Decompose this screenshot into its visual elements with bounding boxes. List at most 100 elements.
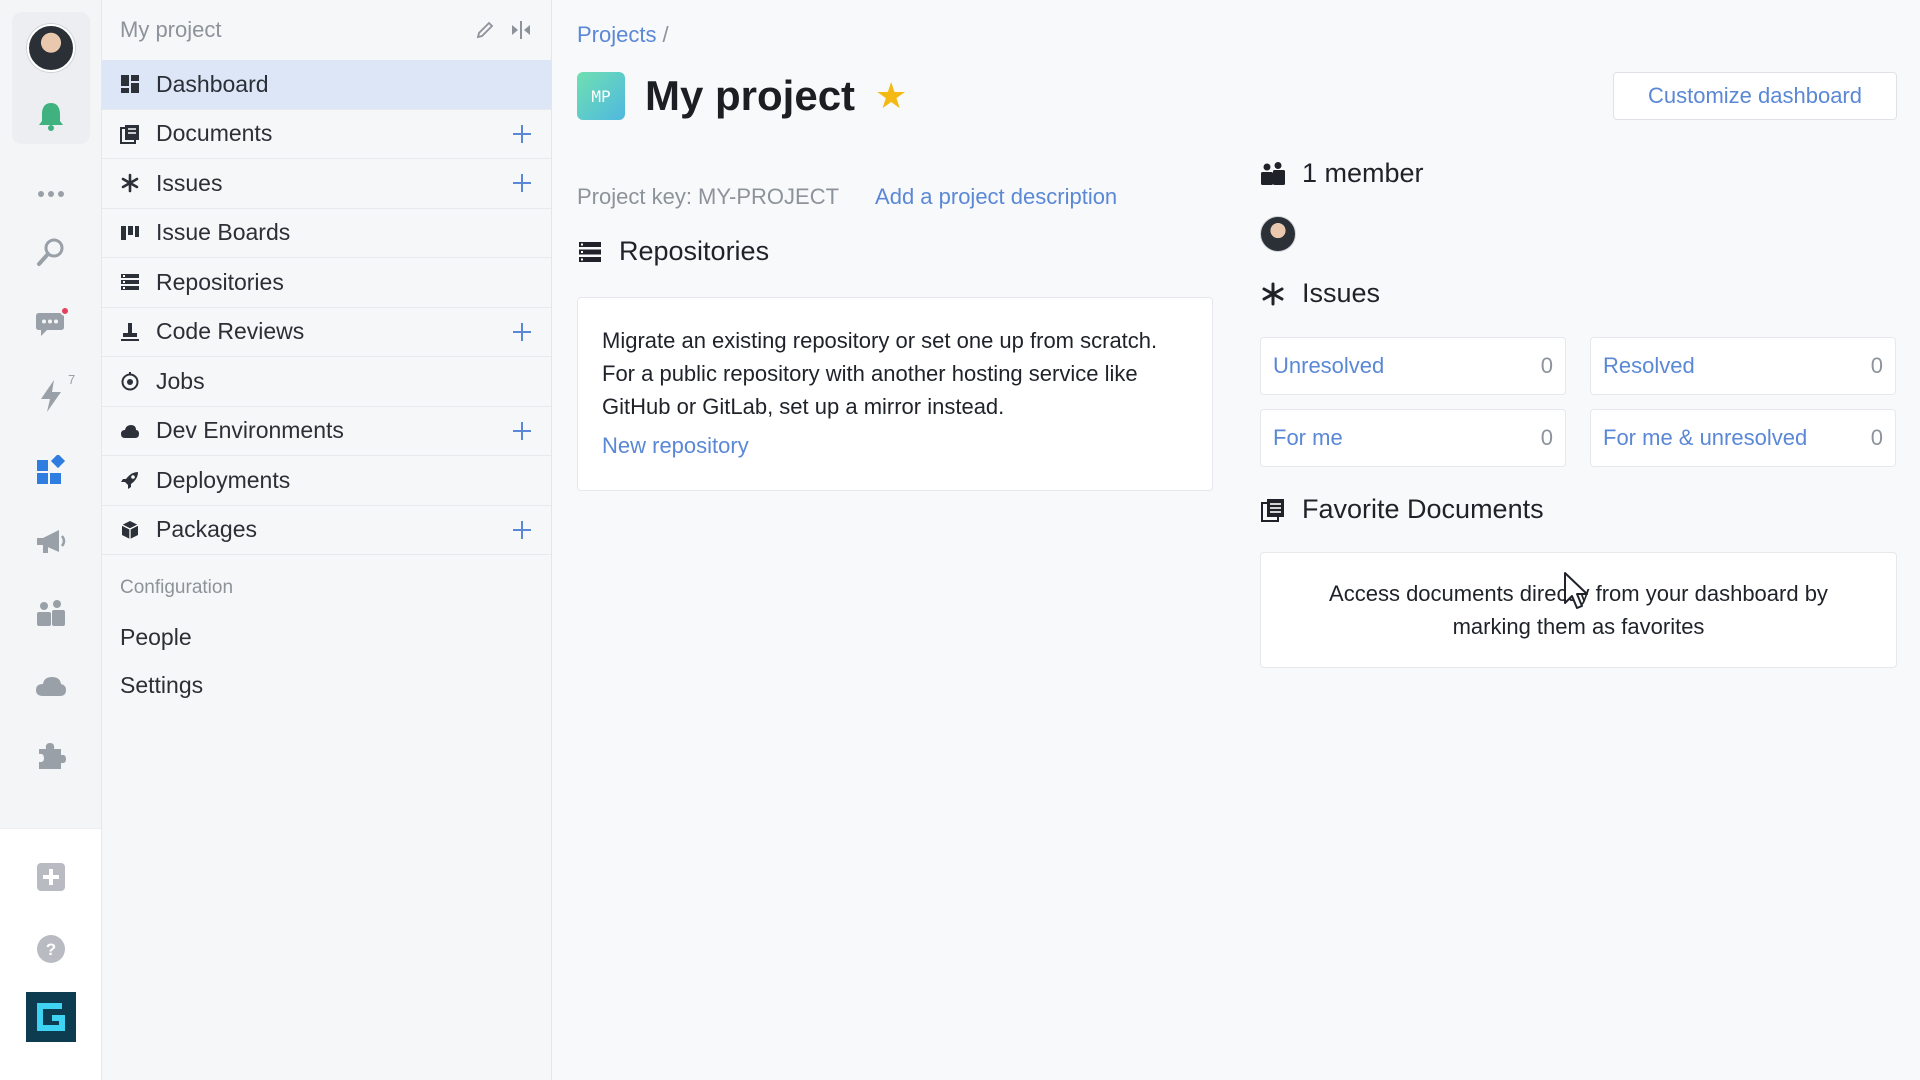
- automation-button[interactable]: 7: [22, 370, 80, 422]
- team-icon: [37, 600, 65, 626]
- sidebar-item-label: Code Reviews: [156, 318, 305, 345]
- teams-button[interactable]: [22, 588, 80, 640]
- asterisk-icon: [1260, 281, 1286, 307]
- issues-unresolved[interactable]: Unresolved 0: [1260, 337, 1566, 395]
- extensions-button[interactable]: [22, 730, 80, 782]
- issues-for-me-unresolved[interactable]: For me & unresolved 0: [1590, 409, 1896, 467]
- add-code-review-button[interactable]: [509, 319, 535, 345]
- more-button[interactable]: [22, 168, 80, 220]
- stat-label: Unresolved: [1273, 353, 1385, 378]
- repositories-heading: Repositories: [577, 236, 769, 267]
- page-title: My project: [645, 72, 856, 119]
- sidebar-item-repositories[interactable]: Repositories: [102, 258, 551, 308]
- team-icon: [1260, 161, 1286, 187]
- repositories-card: Migrate an existing repository or set on…: [577, 297, 1213, 491]
- app-logo[interactable]: [22, 991, 80, 1043]
- stat-label: For me & unresolved: [1603, 425, 1808, 450]
- customize-dashboard-button[interactable]: Customize dashboard: [1613, 72, 1897, 120]
- plus-icon: [513, 124, 531, 143]
- megaphone-icon: [37, 530, 66, 553]
- help-button[interactable]: ?: [22, 923, 80, 975]
- section-title-text: Favorite Documents: [1302, 494, 1544, 524]
- edit-icon[interactable]: [475, 20, 495, 40]
- sidebar-item-packages[interactable]: Packages: [102, 506, 551, 555]
- add-description-link[interactable]: Add a project description: [875, 184, 1117, 210]
- rocket-icon: [120, 470, 140, 490]
- sidebar-link-people[interactable]: People: [102, 613, 551, 661]
- sidebar-item-code-reviews[interactable]: Code Reviews: [102, 308, 551, 357]
- announcements-button[interactable]: [22, 516, 80, 568]
- stat-value: 0: [1540, 425, 1553, 450]
- sidebar-item-label: Packages: [156, 516, 258, 543]
- sidebar-item-issue-boards[interactable]: Issue Boards: [102, 209, 551, 258]
- automation-count: 7: [68, 372, 76, 387]
- configuration-heading: Configuration: [120, 577, 234, 598]
- sidebar-header: My project: [102, 0, 551, 60]
- add-package-button[interactable]: [509, 517, 535, 543]
- add-issue-button[interactable]: [509, 170, 535, 196]
- repository-icon: [120, 272, 140, 292]
- sidebar-item-deployments[interactable]: Deployments: [102, 456, 551, 506]
- app-rail: 7 ?: [0, 0, 102, 1080]
- sidebar-item-label: Dashboard: [156, 70, 269, 97]
- plus-icon: [513, 520, 531, 539]
- project-header: MP My project ★: [577, 72, 907, 120]
- create-button[interactable]: [22, 851, 80, 903]
- unread-badge: [60, 306, 70, 316]
- chats-button[interactable]: [22, 298, 80, 350]
- dashboard-icon: [120, 74, 140, 94]
- members-count[interactable]: 1 member: [1302, 158, 1424, 189]
- collapse-sidebar-icon[interactable]: [509, 20, 533, 40]
- add-document-button[interactable]: [509, 121, 535, 147]
- stat-value: 0: [1540, 353, 1553, 378]
- project-key: Project key: MY-PROJECT: [577, 184, 840, 209]
- plus-icon: [513, 174, 531, 193]
- member-avatar[interactable]: [1260, 216, 1296, 252]
- sidebar-item-label: Dev Environments: [156, 417, 344, 444]
- issues-for-me[interactable]: For me 0: [1260, 409, 1566, 467]
- issues-resolved[interactable]: Resolved 0: [1590, 337, 1896, 395]
- project-logo: MP: [577, 72, 625, 120]
- breadcrumb: Projects /: [577, 22, 669, 48]
- search-button[interactable]: [22, 226, 80, 278]
- stat-value: 0: [1870, 353, 1883, 378]
- sidebar-item-jobs[interactable]: Jobs: [102, 357, 551, 407]
- sidebar-item-documents[interactable]: Documents: [102, 110, 551, 159]
- sidebar-item-label: Issues: [156, 169, 223, 196]
- favorite-documents-heading: Favorite Documents: [1260, 494, 1544, 525]
- help-icon: ?: [37, 935, 65, 963]
- sidebar-item-label: Documents: [156, 120, 273, 147]
- cloud-button[interactable]: [22, 660, 80, 712]
- sidebar-item-dev-environments[interactable]: Dev Environments: [102, 407, 551, 456]
- sidebar-link-settings[interactable]: Settings: [102, 661, 551, 709]
- sidebar-item-label: Repositories: [156, 268, 284, 295]
- plus-icon: [513, 322, 531, 341]
- mouse-cursor-icon: [1564, 572, 1588, 609]
- new-repository-link[interactable]: New repository: [602, 433, 749, 459]
- avatar: [27, 24, 75, 72]
- stat-label: For me: [1273, 425, 1343, 450]
- repositories-description: Migrate an existing repository or set on…: [602, 328, 1158, 419]
- sidebar-item-issues[interactable]: Issues: [102, 159, 551, 209]
- add-icon: [37, 863, 65, 891]
- documents-icon: [120, 124, 140, 144]
- sidebar-item-dashboard[interactable]: Dashboard: [102, 60, 551, 110]
- apps-icon: [37, 455, 66, 484]
- sidebar-item-label: Jobs: [156, 367, 205, 394]
- star-icon[interactable]: ★: [875, 78, 907, 114]
- notifications-button[interactable]: [22, 90, 80, 142]
- user-avatar[interactable]: [22, 22, 80, 74]
- sidebar-item-label: Deployments: [156, 466, 291, 493]
- plus-icon: [513, 421, 531, 440]
- documents-icon: [1260, 497, 1286, 523]
- more-icon: [38, 191, 64, 197]
- cloud-icon: [36, 677, 66, 696]
- breadcrumb-projects-link[interactable]: Projects: [577, 22, 656, 47]
- section-title-text: Issues: [1302, 278, 1381, 308]
- jobs-icon: [120, 371, 140, 391]
- add-dev-environment-button[interactable]: [509, 418, 535, 444]
- stat-label: Resolved: [1603, 353, 1695, 378]
- code-review-icon: [120, 322, 140, 342]
- apps-button[interactable]: [22, 444, 80, 496]
- project-meta: Project key: MY-PROJECT Add a project de…: [577, 184, 1117, 210]
